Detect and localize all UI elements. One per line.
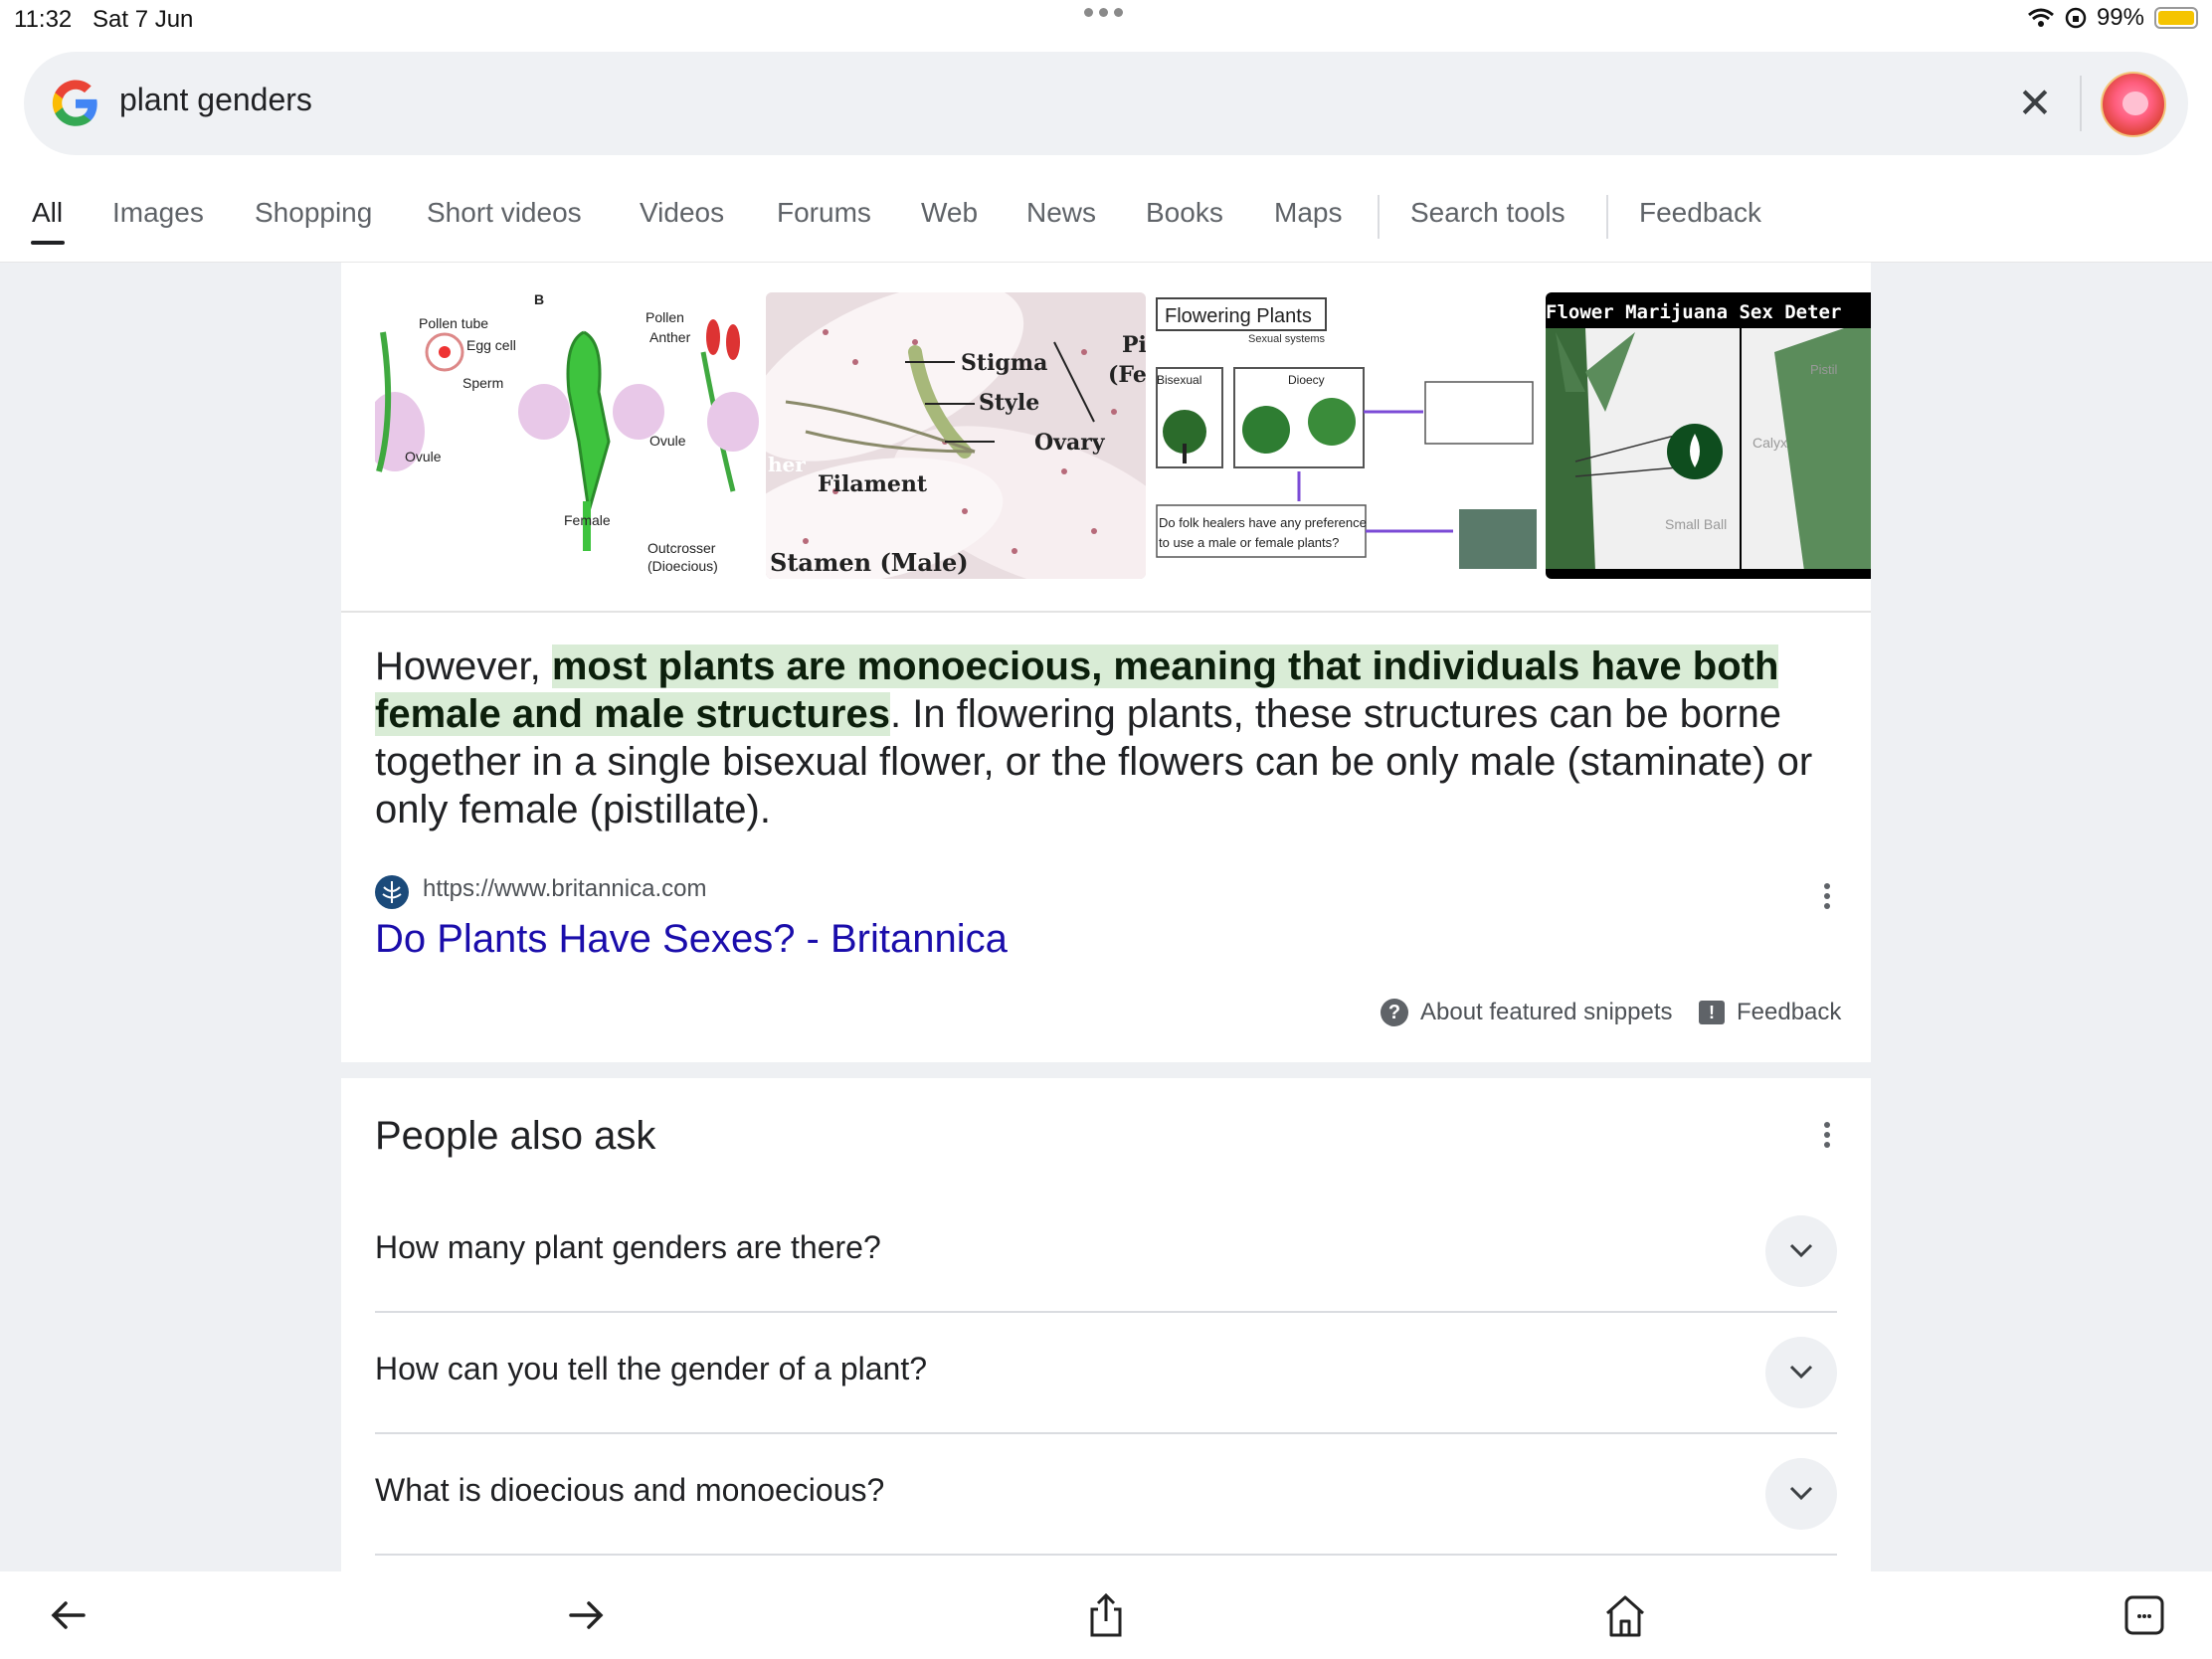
featured-snippet-card: Pollen tube Egg cell Sperm Ovule Pollen … — [341, 263, 1871, 1062]
snippet-pre: However, — [375, 645, 552, 688]
status-time: 11:32 — [14, 6, 73, 33]
result-image-3[interactable]: Flowering Plants Sexual systems Bisexual… — [1155, 292, 1539, 579]
svg-text:Ovary: Ovary — [1034, 430, 1106, 456]
svg-text:Sperm: Sperm — [462, 375, 503, 391]
status-bar: 11:32 Sat 7 Jun 99% — [0, 0, 2212, 40]
orientation-lock-icon — [2065, 7, 2087, 29]
svg-text:Outcrosser: Outcrosser — [647, 540, 716, 556]
wifi-icon — [2027, 8, 2054, 27]
question-row[interactable]: What is dioecious and monoecious? — [375, 1434, 1837, 1556]
marijuana-sex-image: Flower Marijuana Sex Deter Small Ball Pi… — [1546, 292, 1871, 579]
active-tab-indicator — [31, 241, 65, 245]
tab-all[interactable]: All — [32, 197, 63, 229]
about-featured-snippets-button[interactable]: ? About featured snippets — [1381, 999, 1673, 1026]
tabs-icon[interactable] — [2120, 1591, 2168, 1639]
svg-text:Do folk healers have any prefe: Do folk healers have any preference — [1159, 515, 1367, 530]
feedback-label: Feedback — [1737, 999, 1842, 1025]
search-bar[interactable]: plant genders ✕ — [24, 52, 2188, 155]
google-logo-icon[interactable] — [50, 78, 101, 129]
about-label: About featured snippets — [1420, 999, 1673, 1025]
svg-text:(Fen: (Fen — [1108, 362, 1146, 388]
result-image-2[interactable]: Stigma Style Ovary Filament Stamen (Male… — [766, 292, 1146, 579]
more-options-icon[interactable] — [1817, 879, 1837, 923]
tab-news[interactable]: News — [1026, 197, 1096, 229]
battery-percent: 99% — [2096, 4, 2144, 31]
svg-text:Pistil: Pistil — [1810, 362, 1838, 377]
tab-maps[interactable]: Maps — [1274, 197, 1342, 229]
tab-separator — [1606, 195, 1608, 239]
svg-text:Ovule: Ovule — [405, 449, 442, 464]
tab-search-tools[interactable]: Search tools — [1410, 197, 1566, 229]
status-date: Sat 7 Jun — [92, 6, 194, 33]
question-row[interactable]: How many plant genders are there? — [375, 1192, 1837, 1313]
search-input[interactable]: plant genders — [119, 82, 312, 118]
arrow-right-icon[interactable] — [563, 1591, 611, 1639]
svg-text:(Dioecious): (Dioecious) — [647, 558, 718, 574]
svg-text:Style: Style — [979, 390, 1039, 416]
snippet-text: However, most plants are monoecious, mea… — [375, 643, 1837, 833]
people-also-ask-card: People also ask How many plant genders a… — [341, 1078, 1871, 1575]
bottom-toolbar — [0, 1571, 2212, 1659]
svg-text:Anther: Anther — [649, 329, 691, 345]
svg-text:Flower Marijuana Sex Deter: Flower Marijuana Sex Deter — [1546, 301, 1841, 323]
more-options-icon[interactable] — [1817, 1118, 1837, 1162]
divider — [2080, 76, 2082, 131]
tab-separator — [1378, 195, 1380, 239]
svg-text:to use a male or female plants: to use a male or female plants? — [1159, 535, 1339, 550]
result-image-1[interactable]: Pollen tube Egg cell Sperm Ovule Pollen … — [375, 292, 759, 579]
svg-text:Dioecy: Dioecy — [1288, 373, 1325, 387]
divider — [341, 611, 1871, 613]
result-url[interactable]: https://www.britannica.com — [423, 875, 706, 903]
svg-text:Stigma: Stigma — [961, 350, 1047, 376]
arrow-left-icon[interactable] — [44, 1591, 92, 1639]
tab-feedback[interactable]: Feedback — [1639, 197, 1761, 229]
plant-diagram-image: Pollen tube Egg cell Sperm Ovule Pollen … — [375, 292, 759, 574]
svg-text:Small Ball: Small Ball — [1665, 516, 1727, 532]
lily-diagram-image: Stigma Style Ovary Filament Stamen (Male… — [766, 292, 1146, 579]
result-image-4[interactable]: Flower Marijuana Sex Deter Small Ball Pi… — [1546, 292, 1871, 579]
svg-text:B: B — [534, 292, 544, 307]
svg-text:Egg cell: Egg cell — [466, 337, 516, 353]
svg-text:Bisexual: Bisexual — [1157, 373, 1201, 387]
question-text: How many plant genders are there? — [375, 1229, 881, 1265]
tab-shopping[interactable]: Shopping — [255, 197, 372, 229]
battery-icon — [2154, 7, 2198, 29]
chevron-down-icon[interactable] — [1765, 1215, 1837, 1287]
svg-text:Filament: Filament — [818, 471, 928, 497]
tab-short-videos[interactable]: Short videos — [427, 197, 582, 229]
search-tabs: All Images Shopping Short videos Videos … — [0, 189, 2212, 263]
people-also-ask-title: People also ask — [375, 1114, 656, 1158]
svg-text:Female: Female — [564, 512, 611, 528]
question-text: What is dioecious and monoecious? — [375, 1472, 885, 1508]
chevron-down-icon[interactable] — [1765, 1337, 1837, 1408]
help-icon: ? — [1381, 999, 1408, 1026]
avatar[interactable] — [2101, 72, 2166, 137]
question-text: How can you tell the gender of a plant? — [375, 1351, 928, 1386]
tab-web[interactable]: Web — [921, 197, 978, 229]
flowering-plants-chart-image: Flowering Plants Sexual systems Bisexual… — [1156, 297, 1537, 569]
snippet-feedback-button[interactable]: ! Feedback — [1699, 999, 1841, 1026]
svg-text:Pollen tube: Pollen tube — [419, 315, 488, 331]
clear-icon[interactable]: ✕ — [2008, 74, 2062, 133]
chevron-down-icon[interactable] — [1765, 1458, 1837, 1530]
svg-text:Ovule: Ovule — [649, 433, 686, 449]
result-title-link[interactable]: Do Plants Have Sexes? - Britannica — [375, 917, 1008, 962]
feedback-icon: ! — [1699, 1001, 1725, 1024]
svg-text:Pollen: Pollen — [645, 309, 684, 325]
tab-forums[interactable]: Forums — [777, 197, 871, 229]
tab-videos[interactable]: Videos — [640, 197, 724, 229]
tab-books[interactable]: Books — [1146, 197, 1223, 229]
share-icon[interactable] — [1082, 1591, 1130, 1639]
svg-text:her: her — [768, 453, 806, 476]
multitasking-dots-icon[interactable] — [1084, 8, 1123, 17]
svg-text:Flowering Plants: Flowering Plants — [1165, 305, 1312, 327]
home-icon[interactable] — [1601, 1591, 1649, 1639]
svg-text:Stamen (Male): Stamen (Male) — [770, 548, 969, 577]
svg-text:Sexual systems: Sexual systems — [1248, 333, 1326, 345]
tab-images[interactable]: Images — [112, 197, 204, 229]
question-row[interactable]: How can you tell the gender of a plant? — [375, 1313, 1837, 1434]
svg-text:Calyx: Calyx — [1752, 435, 1787, 451]
svg-text:Pi: Pi — [1122, 332, 1146, 358]
britannica-favicon-icon — [375, 875, 409, 909]
